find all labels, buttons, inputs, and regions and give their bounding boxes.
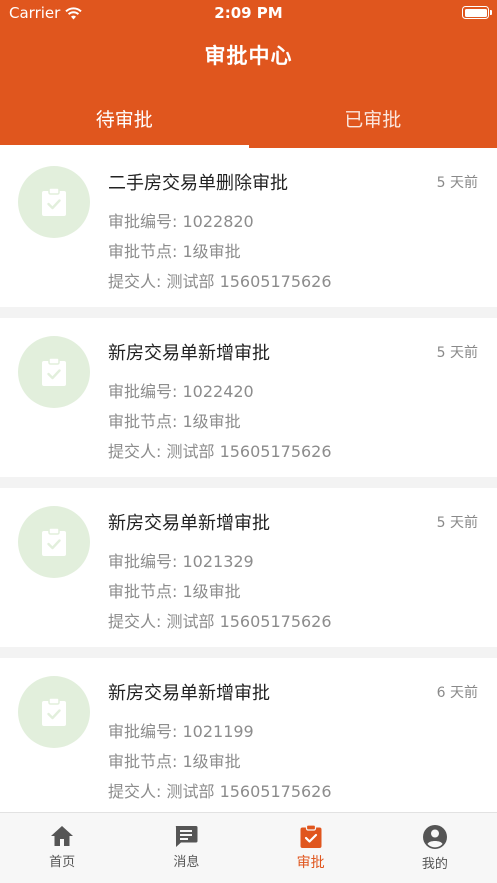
tabbar-home-label: 首页: [49, 855, 76, 870]
approval-title: 新房交易单新增审批: [108, 683, 270, 704]
home-icon: [51, 826, 74, 846]
approval-card[interactable]: 二手房交易单删除审批 5 天前 审批编号: 1022820 审批节点: 1级审批…: [0, 148, 497, 307]
approval-card[interactable]: 新房交易单新增审批 6 天前 审批编号: 1021199 审批节点: 1级审批 …: [0, 658, 497, 817]
approval-card[interactable]: 新房交易单新增审批 5 天前 审批编号: 1022420 审批节点: 1级审批 …: [0, 318, 497, 477]
approval-node: 审批节点: 1级审批: [108, 412, 241, 431]
tabbar-profile-label: 我的: [421, 857, 448, 872]
approval-node: 审批节点: 1级审批: [108, 242, 241, 261]
tab-approved[interactable]: 已审批: [249, 90, 497, 148]
clipboard-check-icon: [18, 336, 90, 408]
approval-submitter: 提交人: 测试部 15605175626: [108, 612, 332, 631]
approval-number: 审批编号: 1022820: [108, 212, 254, 231]
approval-submitter: 提交人: 测试部 15605175626: [108, 442, 332, 461]
clipboard-check-icon: [18, 676, 90, 748]
clipboard-check-icon: [18, 166, 90, 238]
tabbar-message[interactable]: 消息: [124, 813, 248, 883]
approval-tabs: 待审批 已审批: [0, 90, 497, 148]
message-icon: [176, 826, 198, 847]
approval-time: 5 天前: [436, 175, 478, 191]
profile-icon: [422, 825, 447, 849]
tabbar-message-label: 消息: [173, 855, 200, 870]
approval-submitter: 提交人: 测试部 15605175626: [108, 782, 332, 801]
approval-title: 新房交易单新增审批: [108, 513, 270, 534]
approval-time: 5 天前: [436, 515, 478, 531]
status-bar: Carrier 2:09 PM: [0, 0, 497, 26]
approval-node: 审批节点: 1级审批: [108, 582, 241, 601]
bottom-tab-bar: 首页 消息 审批 我的: [0, 812, 497, 883]
approval-card[interactable]: 新房交易单新增审批 5 天前 审批编号: 1021329 审批节点: 1级审批 …: [0, 488, 497, 647]
approval-time: 5 天前: [436, 345, 478, 361]
tabbar-profile[interactable]: 我的: [373, 813, 497, 883]
approval-number: 审批编号: 1022420: [108, 382, 254, 401]
battery-icon: [462, 6, 492, 19]
approval-time: 6 天前: [436, 685, 478, 701]
approval-title: 新房交易单新增审批: [108, 343, 270, 364]
app-header: Carrier 2:09 PM 审批中心 待审批 已审批: [0, 0, 497, 148]
tabbar-approval-label: 审批: [296, 855, 325, 871]
approval-number: 审批编号: 1021199: [108, 722, 254, 741]
tabbar-approval[interactable]: 审批: [249, 813, 373, 883]
approval-node: 审批节点: 1级审批: [108, 752, 241, 771]
status-time: 2:09 PM: [214, 4, 283, 22]
approval-title: 二手房交易单删除审批: [108, 173, 288, 194]
clipboard-check-icon: [18, 506, 90, 578]
page-title: 审批中心: [204, 44, 293, 68]
approval-icon: [300, 824, 322, 848]
tabbar-home[interactable]: 首页: [0, 813, 124, 883]
approval-number: 审批编号: 1021329: [108, 552, 254, 571]
tab-pending[interactable]: 待审批: [0, 90, 249, 148]
approval-submitter: 提交人: 测试部 15605175626: [108, 272, 332, 291]
